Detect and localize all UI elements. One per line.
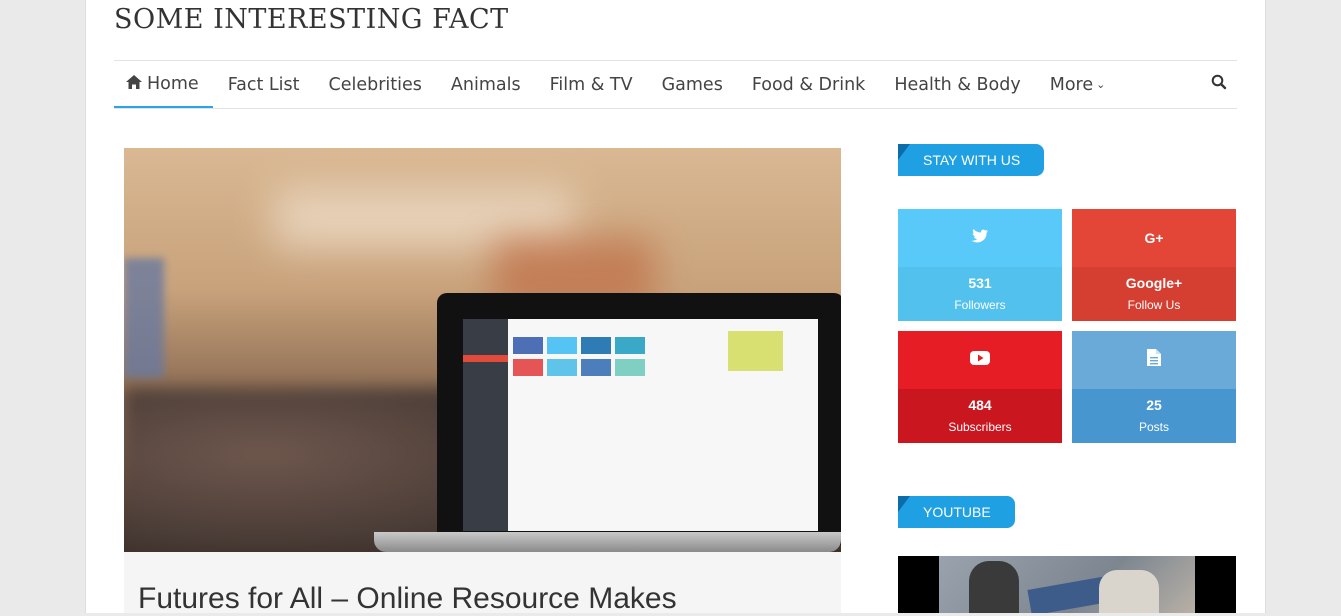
- social-count: Google+: [1125, 275, 1183, 291]
- featured-image[interactable]: [124, 148, 841, 552]
- laptop-screen: [463, 319, 818, 531]
- social-label: Follow Us: [1127, 298, 1181, 312]
- nav-label: Film & TV: [549, 74, 633, 95]
- nav-item-home[interactable]: Home: [114, 61, 214, 108]
- laptop-base: [374, 532, 841, 552]
- youtube-video-thumbnail[interactable]: [898, 556, 1236, 613]
- screen-tile: [513, 359, 543, 376]
- twitter-icon: [971, 228, 989, 248]
- screen-tile: [581, 359, 611, 376]
- page-container: SOME INTERESTING FACT Home Fact List Cel…: [85, 0, 1266, 616]
- nav-item-celebrities[interactable]: Celebrities: [314, 61, 436, 108]
- google-plus-follow-box[interactable]: G+ Google+ Follow Us: [1072, 209, 1236, 321]
- screen-tile: [581, 337, 611, 354]
- social-count: 25: [1146, 397, 1162, 413]
- nav-item-film-tv[interactable]: Film & TV: [535, 61, 647, 108]
- posts-icon: [1147, 349, 1161, 371]
- site-title[interactable]: SOME INTERESTING FACT: [114, 4, 509, 35]
- video-still: [939, 556, 1195, 613]
- social-count: 484: [968, 397, 992, 413]
- image-screen-blur: [124, 258, 164, 378]
- video-figure: [969, 561, 1019, 613]
- nav-item-fact-list[interactable]: Fact List: [213, 61, 314, 108]
- nav-label: Animals: [450, 74, 521, 95]
- nav-label: Celebrities: [328, 74, 422, 95]
- nav-label: More: [1049, 74, 1094, 95]
- screen-tile: [547, 359, 577, 376]
- nav-label: Games: [661, 74, 723, 95]
- screen-map: [728, 331, 783, 371]
- youtube-subscribe-box[interactable]: 484 Subscribers: [898, 331, 1062, 443]
- youtube-widget-title: YOUTUBE: [898, 496, 1015, 528]
- twitter-follow-box[interactable]: 531 Followers: [898, 209, 1062, 321]
- article-title[interactable]: Futures for All – Online Resource Makes: [138, 582, 677, 616]
- nav-label: Home: [147, 73, 199, 94]
- chevron-down-icon: ⌄: [1096, 78, 1106, 91]
- screen-sidebar: [463, 319, 508, 531]
- social-label: Followers: [954, 298, 1006, 312]
- nav-item-games[interactable]: Games: [647, 61, 737, 108]
- nav-label: Health & Body: [894, 74, 1021, 95]
- nav-item-animals[interactable]: Animals: [436, 61, 535, 108]
- screen-tile: [547, 337, 577, 354]
- nav-item-food-drink[interactable]: Food & Drink: [737, 61, 880, 108]
- search-icon[interactable]: [1211, 74, 1227, 94]
- main-nav: Home Fact List Celebrities Animals Film …: [114, 60, 1237, 109]
- screen-sidebar-highlight: [463, 355, 508, 362]
- stay-with-us-title: STAY WITH US: [898, 144, 1045, 176]
- youtube-icon: [970, 350, 990, 370]
- social-label: Subscribers: [948, 420, 1012, 434]
- nav-label: Food & Drink: [751, 74, 866, 95]
- article-card: Futures for All – Online Resource Makes: [124, 552, 841, 616]
- nav-item-health-body[interactable]: Health & Body: [880, 61, 1035, 108]
- social-count: 531: [968, 275, 992, 291]
- posts-count-box[interactable]: 25 Posts: [1072, 331, 1236, 443]
- video-figure: [1099, 570, 1159, 613]
- nav-item-more[interactable]: More ⌄: [1035, 61, 1120, 108]
- social-label: Posts: [1138, 420, 1169, 434]
- screen-tile: [615, 359, 645, 376]
- nav-label: Fact List: [227, 74, 300, 95]
- laptop-image: [437, 293, 841, 545]
- screen-tile: [513, 337, 543, 354]
- google-plus-icon: G+: [1144, 230, 1164, 246]
- screen-tile: [615, 337, 645, 354]
- home-icon: [126, 74, 142, 94]
